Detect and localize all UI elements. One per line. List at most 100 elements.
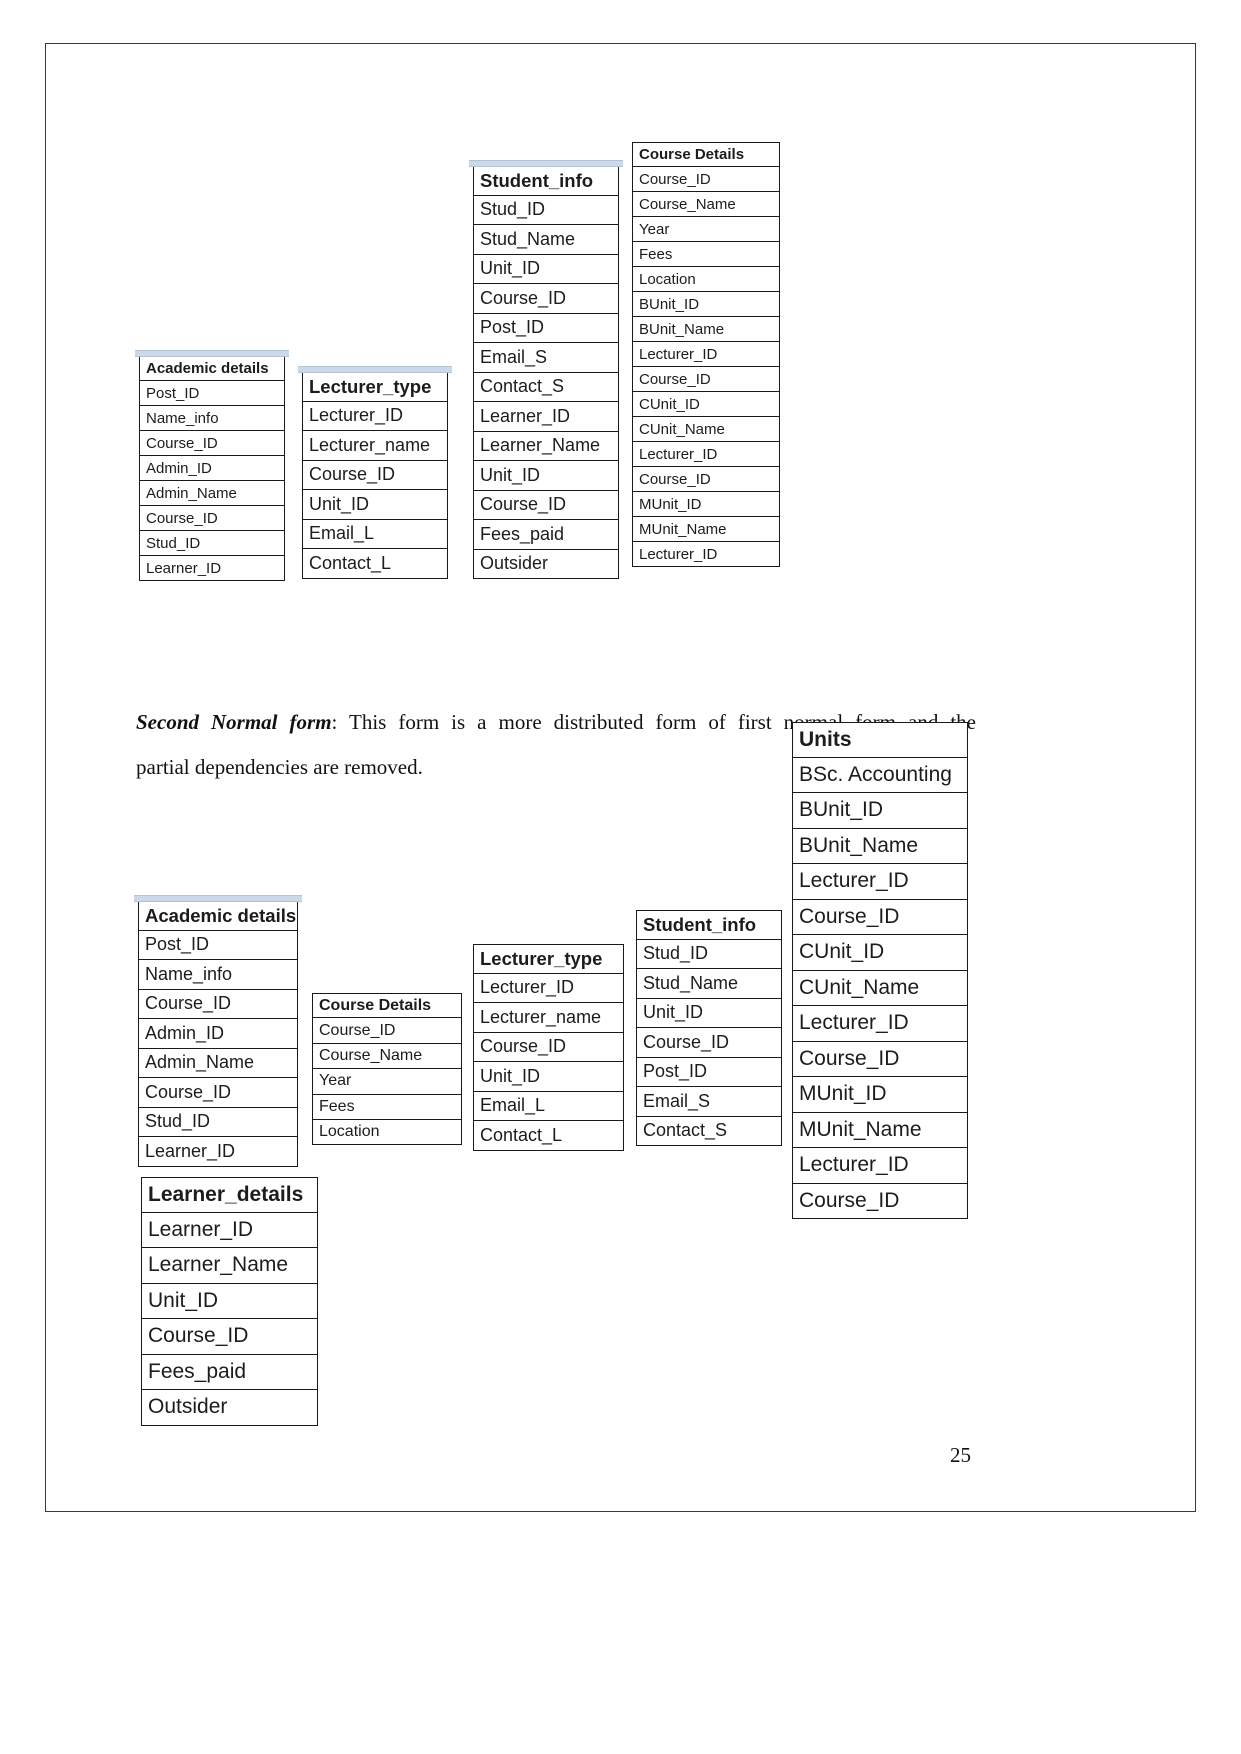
field-row: Course_ID bbox=[792, 1183, 968, 1219]
entity-table-academic-details-2nf: Academic details Post_ID Name_info Cours… bbox=[134, 895, 302, 1167]
field-row: Post_ID bbox=[473, 313, 619, 343]
field-row: BSc. Accounting bbox=[792, 757, 968, 793]
field-row: BUnit_ID bbox=[792, 793, 968, 829]
entity-table-lecturer-type-1nf: Lecturer_type Lecturer_ID Lecturer_name … bbox=[298, 366, 452, 579]
entity-table-academic-details-1nf: Academic details Post_ID Name_info Cours… bbox=[135, 350, 289, 581]
field-row: Unit_ID bbox=[141, 1283, 318, 1319]
field-row: Unit_ID bbox=[473, 461, 619, 491]
entity-table-student-info-2nf: Student_info Stud_ID Stud_Name Unit_ID C… bbox=[636, 910, 782, 1146]
field-row: CUnit_Name bbox=[792, 970, 968, 1006]
field-row: Contact_L bbox=[473, 1121, 624, 1151]
field-row: Course_ID bbox=[139, 506, 285, 531]
field-row: Learner_Name bbox=[473, 431, 619, 461]
field-row: Email_S bbox=[636, 1087, 782, 1117]
field-row: Name_info bbox=[139, 406, 285, 431]
field-row: Unit_ID bbox=[473, 1062, 624, 1092]
field-row: Lecturer_ID bbox=[792, 1006, 968, 1042]
field-row: Contact_S bbox=[636, 1116, 782, 1146]
field-row: Location bbox=[312, 1119, 462, 1146]
field-row: Name_info bbox=[138, 960, 298, 990]
field-row: Location bbox=[632, 267, 780, 292]
page-number: 25 bbox=[950, 1443, 971, 1467]
field-row: Course_ID bbox=[138, 1078, 298, 1108]
field-row: Lecturer_ID bbox=[632, 542, 780, 567]
entity-table-course-details-1nf: Course Details Course_ID Course_Name Yea… bbox=[632, 142, 780, 567]
field-row: Post_ID bbox=[139, 381, 285, 406]
field-row: Contact_S bbox=[473, 372, 619, 402]
field-row: Stud_Name bbox=[473, 225, 619, 255]
table-top-rail bbox=[298, 366, 452, 373]
field-row: BUnit_Name bbox=[792, 828, 968, 864]
field-row: Outsider bbox=[141, 1390, 318, 1426]
field-row: Course_ID bbox=[632, 467, 780, 492]
entity-table-learner-details-2nf: Learner_details Learner_ID Learner_Name … bbox=[141, 1177, 318, 1426]
field-row: Course_ID bbox=[632, 367, 780, 392]
field-row: Fees_paid bbox=[473, 520, 619, 550]
field-row: Course_ID bbox=[792, 899, 968, 935]
field-row: Lecturer_ID bbox=[302, 401, 448, 431]
field-row: Lecturer_ID bbox=[632, 442, 780, 467]
field-row: Course_ID bbox=[473, 490, 619, 520]
field-row: Learner_ID bbox=[473, 402, 619, 432]
field-row: Learner_ID bbox=[138, 1137, 298, 1167]
entity-table-lecturer-type-2nf: Lecturer_type Lecturer_ID Lecturer_name … bbox=[473, 944, 624, 1151]
field-row: Course_ID bbox=[473, 1032, 624, 1062]
table-top-rail bbox=[469, 160, 623, 167]
field-row: Admin_ID bbox=[138, 1019, 298, 1049]
table-top-rail bbox=[135, 350, 289, 357]
field-row: Email_L bbox=[473, 1091, 624, 1121]
field-row: BUnit_ID bbox=[632, 292, 780, 317]
field-row: Lecturer_name bbox=[473, 1003, 624, 1033]
field-row: Learner_ID bbox=[141, 1212, 318, 1248]
field-row: Email_S bbox=[473, 343, 619, 373]
table-title: Lecturer_type bbox=[473, 944, 624, 974]
field-row: MUnit_Name bbox=[632, 517, 780, 542]
field-row: Post_ID bbox=[138, 930, 298, 960]
field-row: Post_ID bbox=[636, 1057, 782, 1087]
field-row: Lecturer_ID bbox=[792, 1148, 968, 1184]
table-title: Units bbox=[792, 722, 968, 758]
table-title: Lecturer_type bbox=[302, 372, 448, 402]
table-title: Student_info bbox=[473, 166, 619, 196]
field-row: Course_Name bbox=[632, 192, 780, 217]
field-row: Unit_ID bbox=[473, 254, 619, 284]
field-row: Lecturer_ID bbox=[473, 973, 624, 1003]
field-row: Course_ID bbox=[302, 460, 448, 490]
field-row: Course_ID bbox=[138, 989, 298, 1019]
field-row: Learner_Name bbox=[141, 1248, 318, 1284]
field-row: Course_Name bbox=[312, 1043, 462, 1070]
field-row: MUnit_ID bbox=[792, 1077, 968, 1113]
paragraph-lead-term: Second Normal form bbox=[136, 710, 332, 734]
field-row: CUnit_ID bbox=[792, 935, 968, 971]
table-title: Learner_details bbox=[141, 1177, 318, 1213]
table-title: Course Details bbox=[632, 142, 780, 167]
field-row: Stud_ID bbox=[473, 195, 619, 225]
field-row: Course_ID bbox=[139, 431, 285, 456]
entity-table-course-details-2nf: Course Details Course_ID Course_Name Yea… bbox=[312, 993, 462, 1146]
field-row: Lecturer_ID bbox=[792, 864, 968, 900]
field-row: Course_ID bbox=[141, 1319, 318, 1355]
field-row: Stud_Name bbox=[636, 969, 782, 999]
field-row: Year bbox=[312, 1069, 462, 1095]
table-title: Academic details bbox=[138, 901, 298, 931]
field-row: Fees bbox=[632, 242, 780, 267]
field-row: Outsider bbox=[473, 549, 619, 579]
field-row: CUnit_Name bbox=[632, 417, 780, 442]
field-row: Email_L bbox=[302, 519, 448, 549]
table-title: Course Details bbox=[312, 993, 462, 1019]
field-row: Unit_ID bbox=[636, 998, 782, 1028]
field-row: Stud_ID bbox=[138, 1107, 298, 1137]
field-row: Fees bbox=[312, 1094, 462, 1120]
field-row: CUnit_ID bbox=[632, 392, 780, 417]
field-row: Unit_ID bbox=[302, 490, 448, 520]
field-row: Year bbox=[632, 217, 780, 242]
field-row: Stud_ID bbox=[636, 939, 782, 969]
field-row: MUnit_Name bbox=[792, 1112, 968, 1148]
field-row: Admin_ID bbox=[139, 456, 285, 481]
field-row: Learner_ID bbox=[139, 556, 285, 581]
field-row: Course_ID bbox=[636, 1028, 782, 1058]
field-row: Admin_Name bbox=[139, 481, 285, 506]
field-row: Course_ID bbox=[792, 1041, 968, 1077]
field-row: Stud_ID bbox=[139, 531, 285, 556]
field-row: Lecturer_name bbox=[302, 431, 448, 461]
